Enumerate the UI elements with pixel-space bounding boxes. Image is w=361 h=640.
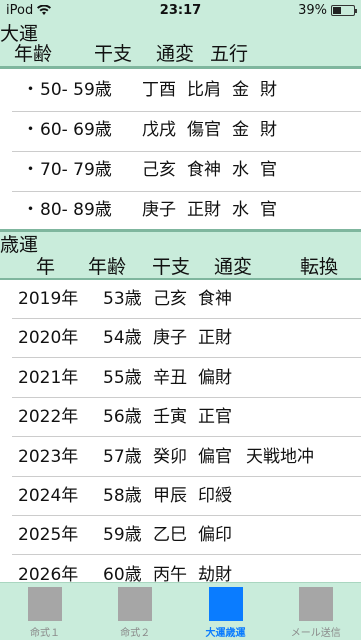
saiun-kanshi: 乙巳 (153, 525, 187, 546)
saiun-age: 53歳 (103, 289, 142, 309)
saiun-col-tenkan: 転換 (300, 256, 339, 278)
row-divider (12, 191, 361, 192)
taiun-age: 80- 89歳 (40, 200, 112, 220)
saiun-col-tsuhen: 通変 (214, 256, 253, 278)
saiun-year: 2022年 (18, 407, 79, 428)
saiun-tsuhen: 偏財 (198, 367, 232, 388)
taiun-extra: 官 (260, 200, 277, 220)
row-bullet: ・ (22, 200, 39, 220)
taiun-kanshi: 丁酉 (142, 80, 176, 100)
saiun-tsuhen: 食神 (198, 289, 232, 309)
row-divider (12, 515, 361, 516)
taiun-col-age: 年齢 (14, 43, 53, 65)
saiun-year: 2024年 (18, 486, 79, 506)
tab-bar: 命式１ 命式２ 大運歳運 メール送信 (0, 582, 361, 640)
placeholder-square-icon (28, 587, 62, 621)
saiun-age: 55歳 (103, 367, 142, 388)
taiun-gogyo: 金 (232, 80, 249, 100)
saiun-age: 58歳 (103, 486, 142, 506)
saiun-kanshi: 壬寅 (153, 407, 187, 428)
tab-meishiki-2[interactable]: 命式２ (90, 583, 180, 640)
saiun-tsuhen: 正官 (198, 407, 232, 428)
saiun-header: 歳運 年 年齢 干支 通変 転換 (0, 232, 361, 278)
placeholder-square-icon (118, 587, 153, 621)
saiun-age: 56歳 (103, 407, 142, 428)
taiun-extra: 財 (260, 80, 277, 100)
saiun-year: 2023年 (18, 446, 79, 467)
saiun-age: 54歳 (103, 328, 142, 349)
row-divider (12, 396, 361, 398)
taiun-header-rule (0, 66, 361, 69)
status-bar: iPod 23:17 39% (0, 0, 361, 22)
status-right: 39% (298, 3, 357, 18)
saiun-title: 歳運 (0, 234, 39, 256)
row-divider (12, 357, 361, 359)
battery-percent: 39% (298, 3, 327, 18)
tab-taiun-saiun[interactable]: 大運歳運 (181, 583, 271, 640)
taiun-tsuhen: 傷官 (187, 120, 221, 140)
taiun-kanshi: 己亥 (142, 160, 176, 180)
taiun-gogyo: 金 (232, 120, 249, 140)
saiun-kanshi: 辛丑 (153, 367, 187, 388)
saiun-kanshi: 己亥 (153, 289, 187, 309)
taiun-gogyo: 水 (232, 160, 249, 180)
saiun-year: 2020年 (18, 328, 79, 349)
saiun-kanshi: 癸卯 (153, 446, 187, 467)
saiun-year: 2025年 (18, 525, 79, 546)
taiun-title: 大運 (0, 23, 39, 45)
taiun-gogyo: 水 (232, 200, 249, 220)
saiun-col-age: 年齢 (88, 256, 127, 278)
row-divider (12, 318, 361, 319)
taiun-tsuhen: 比肩 (187, 80, 221, 100)
placeholder-square-icon (208, 587, 243, 621)
tab-label: メール送信 (290, 628, 341, 639)
tab-meishiki-1[interactable]: 命式１ (0, 583, 90, 640)
placeholder-square-icon (298, 587, 333, 621)
saiun-kanshi: 庚子 (153, 328, 187, 349)
row-divider (12, 436, 361, 438)
taiun-tsuhen: 食神 (187, 160, 221, 180)
taiun-header: 大運 年齢 干支 通変 五行 (0, 22, 361, 66)
row-divider (12, 475, 361, 477)
row-bullet: ・ (22, 80, 39, 100)
saiun-tsuhen: 偏印 (198, 525, 232, 546)
taiun-extra: 官 (260, 160, 277, 180)
taiun-col-tsuhen: 通変 (156, 43, 195, 65)
tab-label: 大運歳運 (205, 628, 246, 639)
row-divider (12, 554, 361, 556)
taiun-extra: 財 (260, 120, 277, 140)
battery-fill (333, 7, 341, 14)
saiun-age: 57歳 (103, 446, 142, 467)
saiun-kanshi: 甲辰 (153, 486, 187, 506)
saiun-tsuhen: 印綬 (198, 486, 232, 506)
saiun-year: 2021年 (18, 367, 79, 388)
taiun-age: 70- 79歳 (40, 160, 112, 180)
taiun-kanshi: 戊戌 (142, 120, 176, 140)
row-divider (12, 151, 361, 152)
taiun-age: 50- 59歳 (40, 80, 112, 100)
saiun-year: 2019年 (18, 289, 79, 309)
tab-label: 命式１ (30, 628, 60, 639)
taiun-tsuhen: 正財 (187, 200, 221, 220)
saiun-tsuhen: 偏官 (198, 446, 232, 467)
row-bullet: ・ (22, 120, 39, 140)
tab-mail-send[interactable]: メール送信 (271, 583, 361, 640)
saiun-tenkan: 天戦地冲 (246, 446, 314, 467)
taiun-kanshi: 庚子 (142, 200, 176, 220)
taiun-col-gogyo: 五行 (210, 43, 249, 65)
taiun-col-kanshi: 干支 (94, 43, 133, 65)
saiun-col-year: 年 (36, 256, 56, 278)
saiun-age: 59歳 (103, 525, 142, 546)
tab-label: 命式２ (120, 628, 151, 639)
saiun-tsuhen: 正財 (198, 328, 232, 349)
battery-icon (331, 5, 357, 16)
taiun-age: 60- 69歳 (40, 120, 112, 140)
row-bullet: ・ (22, 160, 39, 180)
row-divider (12, 111, 361, 112)
saiun-header-rule (0, 278, 361, 280)
saiun-col-kanshi: 干支 (152, 256, 191, 278)
